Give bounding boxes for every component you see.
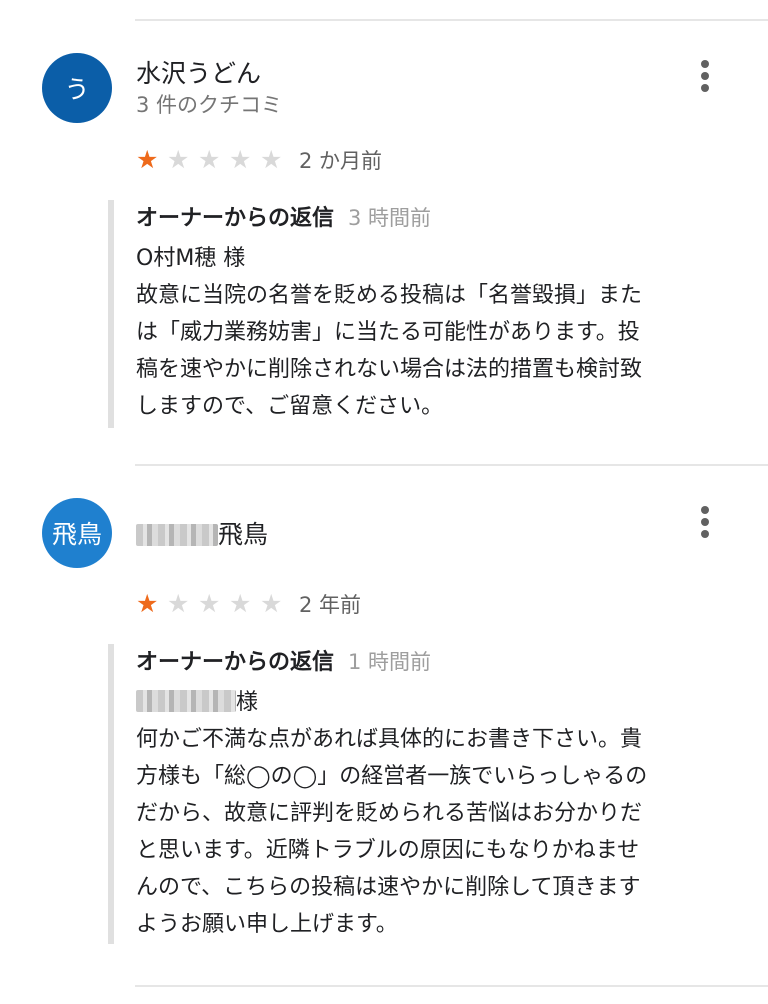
owner-reply: オーナーからの返信 1 時間前 様 何かご不満な点があれば具体的にお書き下さい。…: [108, 644, 728, 944]
divider-top: [135, 19, 768, 21]
owner-reply-text: O村M穂 様: [136, 246, 246, 271]
owner-reply-text: 何かご不満な点があれば具体的にお書き下さい。貴: [136, 727, 643, 752]
blurred-name: [136, 524, 218, 546]
star-empty-icon: ★: [229, 589, 252, 618]
owner-reply-text: 方様も「総◯の◯」の経営者一族でいらっしゃるの: [136, 764, 648, 789]
star-empty-icon: ★: [167, 589, 190, 618]
star-rating: ★ ★ ★ ★ ★: [136, 589, 291, 619]
owner-reply-text: だから、故意に評判を貶められる苦悩はお分かりだ: [136, 801, 643, 826]
owner-reply-header: オーナーからの返信 3 時間前: [136, 200, 728, 240]
reviewer-name[interactable]: 水沢うどん: [136, 54, 261, 90]
salutation-suffix: 様: [236, 690, 259, 715]
owner-reply-text: 故意に当院の名誉を貶める投稿は「名誉毀損」また: [136, 283, 643, 308]
divider-middle: [135, 464, 768, 466]
more-vert-icon[interactable]: [693, 58, 717, 94]
reviewer-review-count[interactable]: 3 件のクチコミ: [136, 89, 282, 119]
review-time: 2 か月前: [299, 149, 383, 173]
star-rating: ★ ★ ★ ★ ★: [136, 145, 291, 175]
review-time: 2 年前: [299, 593, 362, 617]
owner-reply-time: 1 時間前: [348, 650, 432, 674]
star-empty-icon: ★: [260, 589, 283, 618]
rating-row: ★ ★ ★ ★ ★ 2 年前: [136, 589, 361, 619]
star-empty-icon: ★: [198, 145, 221, 174]
reviewer-name[interactable]: 飛鳥: [136, 515, 268, 551]
star-empty-icon: ★: [198, 589, 221, 618]
owner-reply-salutation: 様: [136, 684, 728, 721]
owner-reply-text: ようお願い申し上げます。: [136, 912, 398, 937]
owner-reply-text: は「威力業務妨害」に当たる可能性があります。投: [136, 320, 640, 345]
owner-reply-text: んので、こちらの投稿は速やかに削除して頂きます: [136, 875, 641, 900]
owner-reply-text: しますので、ご留意ください。: [136, 394, 444, 419]
avatar-initial: う: [64, 75, 90, 104]
star-filled-icon: ★: [136, 589, 159, 618]
owner-reply-text: 稿を速やかに削除されない場合は法的措置も検討致: [136, 357, 643, 382]
avatar[interactable]: う: [42, 53, 112, 123]
avatar[interactable]: 飛鳥: [42, 498, 112, 568]
owner-reply-label: オーナーからの返信: [136, 206, 335, 231]
star-empty-icon: ★: [229, 145, 252, 174]
blurred-name: [136, 690, 236, 712]
more-vert-icon[interactable]: [693, 504, 717, 540]
owner-reply: オーナーからの返信 3 時間前 O村M穂 様 故意に当院の名誉を貶める投稿は「名…: [108, 200, 728, 428]
owner-reply-text: と思います。近隣トラブルの原因にもなりかねませ: [136, 838, 640, 863]
owner-reply-label: オーナーからの返信: [136, 650, 335, 675]
star-empty-icon: ★: [260, 145, 283, 174]
rating-row: ★ ★ ★ ★ ★ 2 か月前: [136, 145, 382, 175]
avatar-initial: 飛鳥: [51, 520, 102, 549]
reviewer-name-visible: 飛鳥: [218, 520, 269, 549]
owner-reply-time: 3 時間前: [348, 206, 432, 230]
star-empty-icon: ★: [167, 145, 190, 174]
star-filled-icon: ★: [136, 145, 159, 174]
owner-reply-header: オーナーからの返信 1 時間前: [136, 644, 728, 684]
divider-bottom: [135, 985, 768, 987]
